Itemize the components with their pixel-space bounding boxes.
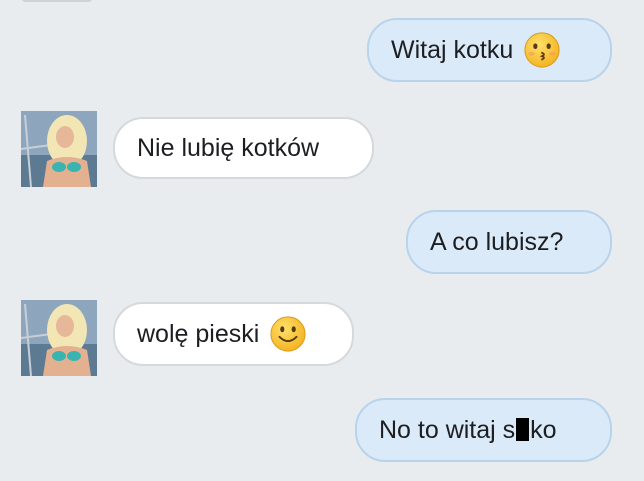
previous-message-fragment (22, 0, 92, 2)
censor-block (516, 417, 530, 441)
contact-avatar[interactable] (21, 111, 97, 187)
smiling-face-icon (270, 316, 306, 352)
message-bubble-received[interactable]: wolę pieski (113, 302, 354, 366)
avatar-photo (21, 111, 97, 187)
message-bubble-sent[interactable]: A co lubisz? (406, 210, 612, 274)
message-bubble-sent[interactable]: Witaj kotku (367, 18, 612, 82)
message-text: A co lubisz? (430, 227, 564, 256)
kissing-face-icon (524, 32, 560, 68)
message-text: Witaj kotku (391, 35, 514, 64)
contact-avatar[interactable] (21, 300, 97, 376)
message-text-part: ko (530, 415, 557, 444)
message-text: wolę pieski (137, 319, 260, 348)
message-bubble-sent[interactable]: No to witaj s ko (355, 398, 612, 462)
chat-thread: Witaj kotku Nie lubię kotków A co lubisz… (0, 0, 644, 481)
message-bubble-received[interactable]: Nie lubię kotków (113, 117, 374, 179)
message-text: No to witaj s ko (379, 416, 557, 445)
avatar-photo (21, 300, 97, 376)
message-text: Nie lubię kotków (137, 133, 320, 162)
message-text-part: No to witaj s (379, 415, 516, 444)
